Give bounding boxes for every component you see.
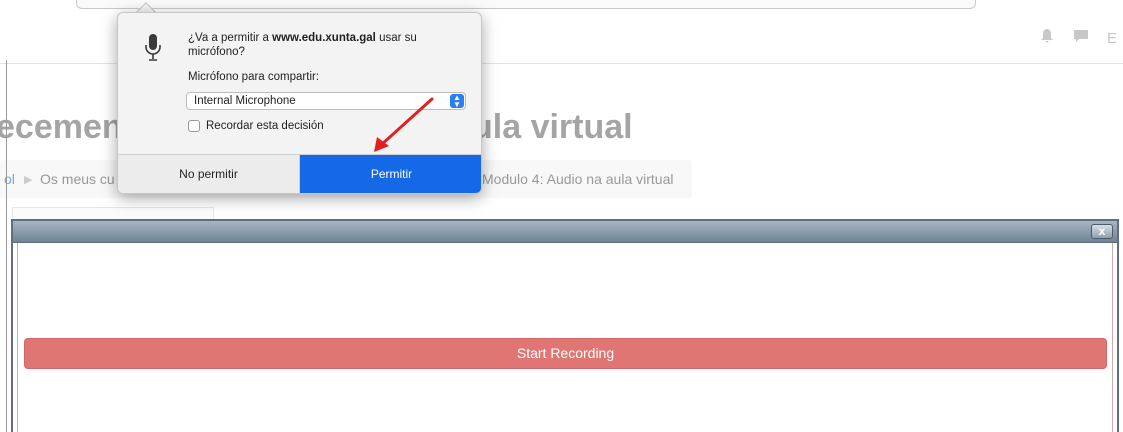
start-recording-button[interactable]: Start Recording (24, 338, 1107, 369)
deny-button[interactable]: No permitir (118, 155, 300, 193)
recording-dialog: x Start Recording (11, 219, 1119, 432)
microphone-select-value: Internal Microphone (194, 95, 296, 107)
share-microphone-label: Micrófono para compartir: (188, 71, 320, 83)
prompt-domain: www.edu.xunta.gal (272, 32, 376, 44)
url-bar[interactable] (76, 0, 976, 9)
user-menu-initial[interactable]: E (1107, 30, 1117, 47)
microphone-permission-popover: ¿Va a permitir a www.edu.xunta.gal usar … (117, 12, 482, 194)
popover-button-row: No permitir Permitir (118, 154, 481, 193)
page-title-visible-right: ula virtual (472, 108, 633, 146)
breadcrumb-separator-icon: ▶ (24, 174, 33, 186)
microphone-select[interactable]: Internal Microphone ▲ ▼ (186, 92, 466, 110)
remember-decision-checkbox[interactable] (188, 120, 200, 132)
prompt-prefix: ¿Va a permitir a (188, 32, 273, 44)
notification-bell-icon[interactable] (1039, 28, 1055, 49)
recording-dialog-body: Start Recording (17, 243, 1113, 432)
close-button[interactable]: x (1091, 224, 1113, 239)
allow-button[interactable]: Permitir (300, 155, 481, 193)
breadcrumb-item-current: Modulo 4: Audio na aula virtual (482, 171, 674, 187)
microphone-icon (145, 34, 161, 61)
permission-prompt: ¿Va a permitir a www.edu.xunta.gal usar … (188, 31, 468, 59)
messages-icon[interactable] (1073, 28, 1089, 49)
page-left-border (6, 60, 7, 432)
remember-decision[interactable]: Recordar esta decisión (188, 120, 324, 132)
recording-dialog-titlebar[interactable]: x (13, 221, 1117, 243)
select-stepper-icon: ▲ ▼ (450, 94, 464, 109)
breadcrumb-item-my-courses[interactable]: Os meus cu (40, 171, 115, 187)
topbar-icons: E (1039, 26, 1123, 50)
remember-decision-label: Recordar esta decisión (206, 120, 324, 132)
page-title-visible-left: ecemen (0, 108, 123, 146)
